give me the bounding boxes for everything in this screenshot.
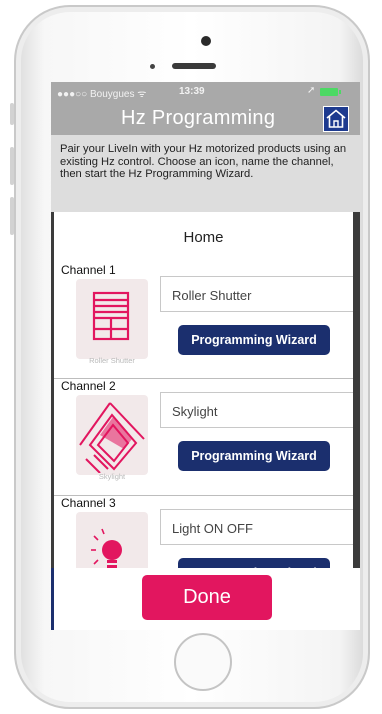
intro-text: Pair your LiveIn with your Hz motorized … xyxy=(51,135,360,212)
room-title: Home xyxy=(183,229,224,246)
channel-list[interactable]: Home Channel 1 Roller Shutter Roller Shu… xyxy=(54,212,353,568)
mute-switch xyxy=(10,103,14,125)
status-bar: ●●●○○ Bouygues ᯤ 13:39 ➚ xyxy=(51,82,360,102)
location-arrow-icon: ➚ xyxy=(307,85,316,96)
icon-caption: Skylight xyxy=(98,472,126,481)
carrier-label: ●●●○○ Bouygues ᯤ xyxy=(57,89,147,100)
home-button[interactable] xyxy=(323,106,349,132)
channel-label: Channel 2 xyxy=(61,379,116,393)
volume-up-button xyxy=(10,147,14,185)
nav-bar: Hz Programming xyxy=(51,102,360,135)
light-bulb-icon xyxy=(91,528,122,568)
page-title: Hz Programming xyxy=(121,107,276,129)
programming-wizard-button[interactable]: Programming Wizard xyxy=(178,558,330,568)
programming-wizard-button[interactable]: Programming Wizard xyxy=(178,441,330,471)
volume-down-button xyxy=(10,197,14,235)
earpiece-speaker xyxy=(172,63,216,69)
skylight-icon xyxy=(79,402,145,474)
channel-label: Channel 1 xyxy=(61,263,116,277)
channel-row: Channel 3 Light ON OFF Programm xyxy=(54,496,353,568)
channel-icon-tile[interactable] xyxy=(76,395,148,475)
roller-shutter-icon xyxy=(92,291,130,341)
icon-caption: Roller Shutter xyxy=(89,356,135,365)
channel-icon-tile[interactable] xyxy=(76,512,148,568)
front-camera xyxy=(201,36,211,46)
channel-row: Channel 2 Skylight Skylight Programming xyxy=(54,379,353,496)
status-time: 13:39 xyxy=(179,86,205,97)
sensor-dot xyxy=(150,64,155,69)
done-button[interactable]: Done xyxy=(142,575,272,620)
channel-row: Channel 1 Roller Shutter Roller Shutter xyxy=(54,263,353,380)
channel-label: Channel 3 xyxy=(61,496,116,510)
home-icon xyxy=(326,109,346,128)
home-key[interactable] xyxy=(174,633,232,691)
app-screen: ●●●○○ Bouygues ᯤ 13:39 ➚ Hz Programming … xyxy=(51,82,360,630)
programming-wizard-button[interactable]: Programming Wizard xyxy=(178,325,330,355)
channel-icon-tile[interactable] xyxy=(76,279,148,359)
channel-name-input[interactable]: Roller Shutter xyxy=(160,276,353,312)
channel-name-input[interactable]: Light ON OFF xyxy=(160,509,353,545)
battery-icon xyxy=(320,88,341,96)
channel-name-input[interactable]: Skylight xyxy=(160,392,353,428)
accent-strip xyxy=(51,568,54,630)
